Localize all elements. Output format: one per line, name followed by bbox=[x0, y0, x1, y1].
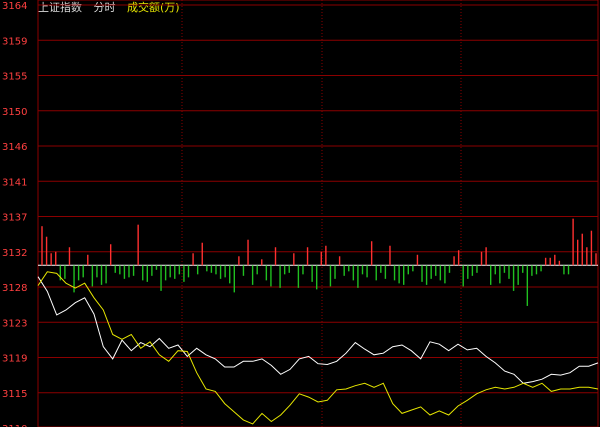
plot-frame bbox=[37, 0, 599, 427]
y-tick-label: 3128 bbox=[2, 283, 27, 294]
intraday-chart[interactable]: 3164 3159 3155 3150 3146 3141 3137 3132 3128 3123… bbox=[0, 0, 600, 427]
y-tick-label: 3164 bbox=[2, 1, 27, 12]
y-tick-label: 3119 bbox=[2, 354, 27, 365]
y-tick-label: 3123 bbox=[2, 318, 27, 329]
y-axis-labels: 3164 3159 3155 3150 3146 3141 3137 3132 3128 3123… bbox=[2, 1, 27, 427]
y-tick-label: 3115 bbox=[2, 389, 27, 400]
y-tick-label: 3137 bbox=[2, 213, 27, 224]
average-price-line bbox=[37, 271, 599, 425]
y-tick-label: 3146 bbox=[2, 142, 27, 153]
y-tick-label: 3159 bbox=[2, 36, 27, 47]
price-line bbox=[37, 276, 599, 384]
y-tick-label: 3150 bbox=[2, 107, 27, 118]
price-lines bbox=[37, 271, 599, 425]
y-tick-label: 3141 bbox=[2, 177, 27, 188]
volume-bars bbox=[41, 218, 597, 306]
chart-grid bbox=[37, 0, 599, 427]
y-tick-label: 3132 bbox=[2, 248, 27, 259]
y-tick-label: 3155 bbox=[2, 72, 27, 83]
